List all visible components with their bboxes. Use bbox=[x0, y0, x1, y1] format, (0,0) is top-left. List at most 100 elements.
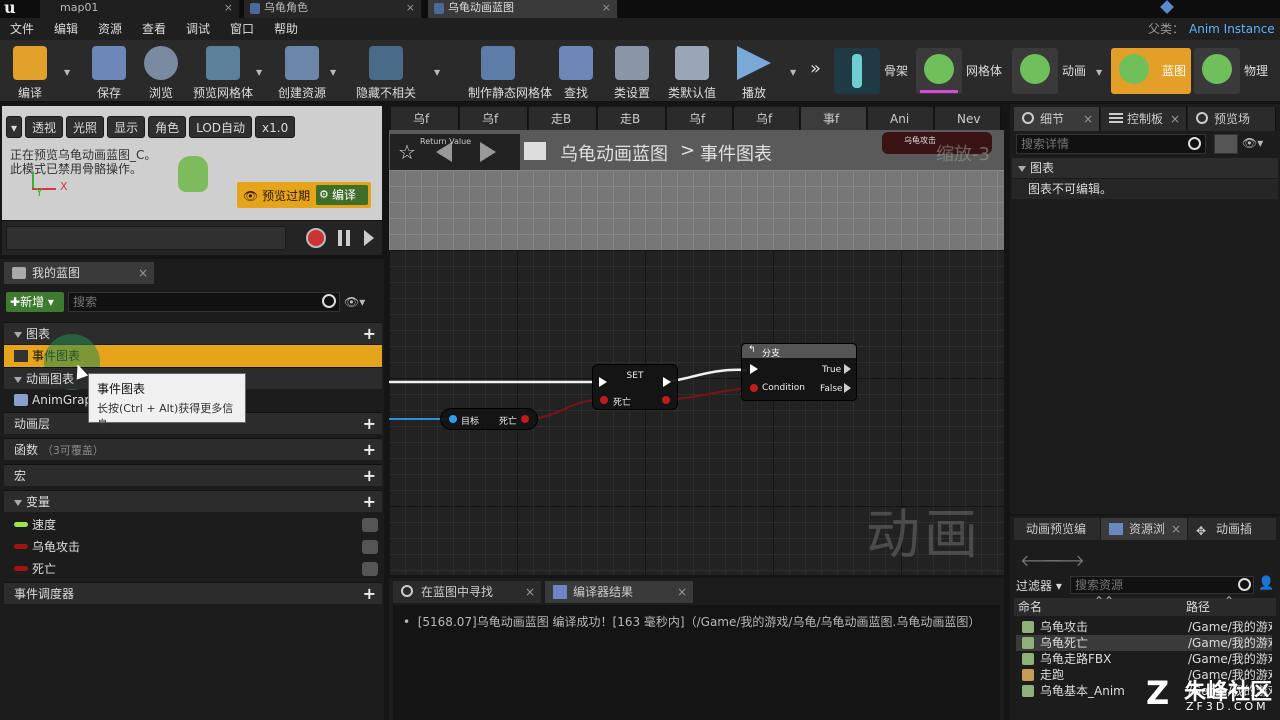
viewport-character-button[interactable]: 角色 bbox=[148, 116, 187, 138]
find-results-tab[interactable]: 在蓝图中寻找 × bbox=[393, 581, 541, 603]
graph-tab[interactable]: Ani bbox=[868, 107, 934, 131]
section-event-dispatchers[interactable]: 事件调度器 + bbox=[4, 582, 382, 604]
close-icon[interactable]: × bbox=[1170, 107, 1180, 131]
graph-tab[interactable]: 乌f bbox=[460, 107, 528, 131]
record-icon[interactable] bbox=[306, 228, 326, 248]
search-icon[interactable] bbox=[322, 294, 336, 308]
variable-row[interactable]: 速度 bbox=[4, 514, 382, 536]
exec-in-pin-icon[interactable] bbox=[750, 364, 758, 374]
close-icon[interactable]: × bbox=[138, 262, 148, 284]
viewport-speed-button[interactable]: x1.0 bbox=[255, 116, 296, 138]
animation-dropdown-icon[interactable]: ▼ bbox=[1096, 68, 1104, 77]
viewport-compile-button[interactable]: ⚙ 编译 bbox=[316, 185, 368, 205]
parent-class-link[interactable]: Anim Instance bbox=[1189, 18, 1275, 40]
asset-row[interactable]: 乌龟走路FBX/Game/我的游戏 bbox=[1016, 651, 1272, 667]
doc-tab-turtle-character[interactable]: 乌龟角色 × bbox=[244, 0, 422, 18]
mode-physics[interactable] bbox=[1194, 48, 1240, 94]
mode-mesh-label[interactable]: 网格体 bbox=[966, 62, 1002, 79]
pause-icon[interactable] bbox=[338, 230, 350, 246]
add-graph-icon[interactable]: + bbox=[363, 325, 376, 343]
close-icon[interactable]: × bbox=[1171, 518, 1181, 540]
graph-tab[interactable]: 乌f bbox=[391, 107, 459, 131]
menu-debug[interactable]: 调试 bbox=[186, 18, 210, 40]
search-icon[interactable] bbox=[1188, 137, 1201, 150]
filter-dropdown[interactable]: 过滤器 ▾ bbox=[1016, 577, 1062, 594]
menu-window[interactable]: 窗口 bbox=[230, 18, 254, 40]
add-new-button[interactable]: ✚新增 ▾ bbox=[6, 292, 64, 312]
set-node[interactable]: SET 死亡 bbox=[592, 364, 678, 410]
mode-animation-label[interactable]: 动画 bbox=[1062, 62, 1086, 79]
exec-in-pin-icon[interactable] bbox=[599, 377, 607, 387]
preview-scene-tab[interactable]: 预览场 bbox=[1188, 107, 1276, 131]
create-asset-button[interactable]: 创建资源 bbox=[272, 42, 332, 100]
menu-asset[interactable]: 资源 bbox=[98, 18, 122, 40]
section-functions[interactable]: 函数 （3可覆盖） + bbox=[4, 438, 382, 460]
graph-tab[interactable]: Nev bbox=[935, 107, 1001, 131]
branch-node[interactable]: ↰ 分支 True Condition False bbox=[741, 343, 857, 401]
add-macro-icon[interactable]: + bbox=[363, 467, 376, 485]
asset-row[interactable]: 乌龟死亡/Game/我的游戏 bbox=[1016, 635, 1272, 651]
variable-row[interactable]: 乌龟攻击 bbox=[4, 536, 382, 558]
menu-help[interactable]: 帮助 bbox=[274, 18, 298, 40]
get-dead-node[interactable]: 目标 死亡 bbox=[440, 408, 538, 430]
compile-dropdown-icon[interactable]: ▼ bbox=[64, 68, 72, 77]
visibility-icon[interactable] bbox=[362, 562, 378, 576]
play-button[interactable]: 播放 bbox=[724, 42, 784, 100]
visibility-icon[interactable] bbox=[362, 518, 378, 532]
graph-tab-event-graph[interactable]: 事f bbox=[801, 107, 867, 131]
preview-mesh-dropdown-icon[interactable]: ▼ bbox=[256, 68, 264, 77]
forward-arrow-icon[interactable]: 🡒 bbox=[1042, 550, 1085, 570]
false-out-pin-icon[interactable] bbox=[844, 383, 851, 393]
dead-out-pin-icon[interactable] bbox=[662, 396, 670, 404]
viewport-show-button[interactable]: 显示 bbox=[107, 116, 146, 138]
view-options-icon[interactable]: 👁▾ bbox=[1242, 136, 1263, 150]
true-out-pin-icon[interactable] bbox=[844, 364, 851, 374]
doc-tab-turtle-anim-bp[interactable]: 乌龟动画蓝图 × bbox=[428, 0, 618, 18]
preview-mesh-button[interactable]: 预览网格体 bbox=[193, 42, 253, 100]
palette-tab[interactable]: 控制板 × bbox=[1101, 107, 1187, 131]
close-icon[interactable]: × bbox=[406, 0, 415, 16]
details-section-graph[interactable]: 图表 bbox=[1012, 158, 1278, 178]
hide-unrelated-button[interactable]: 隐藏不相关 bbox=[356, 42, 416, 100]
add-function-icon[interactable]: + bbox=[363, 441, 376, 459]
mode-mesh[interactable] bbox=[916, 48, 962, 94]
unreal-logo-icon[interactable]: u bbox=[4, 0, 26, 18]
doc-tab-map01[interactable]: map01 × bbox=[40, 0, 240, 18]
asset-row[interactable]: 乌龟攻击/Game/我的游戏 bbox=[1016, 619, 1272, 635]
close-icon[interactable]: × bbox=[677, 581, 687, 603]
visibility-icon[interactable] bbox=[362, 540, 378, 554]
my-blueprint-tab[interactable]: 我的蓝图 × bbox=[4, 262, 154, 284]
graph-tab[interactable]: 走B bbox=[529, 107, 597, 131]
search-icon[interactable] bbox=[1238, 578, 1251, 591]
close-icon[interactable]: × bbox=[224, 0, 233, 16]
close-icon[interactable]: × bbox=[1083, 107, 1093, 131]
condition-pin-icon[interactable] bbox=[750, 384, 758, 392]
add-variable-icon[interactable]: + bbox=[363, 493, 376, 511]
user-icon[interactable]: 👤 bbox=[1258, 576, 1274, 591]
browse-button[interactable]: 浏览 bbox=[131, 42, 191, 100]
menu-view[interactable]: 查看 bbox=[142, 18, 166, 40]
section-variables[interactable]: 变量 + bbox=[4, 490, 382, 512]
add-layer-icon[interactable]: + bbox=[363, 415, 376, 433]
close-icon[interactable]: × bbox=[525, 581, 535, 603]
hide-unrelated-dropdown-icon[interactable]: ▼ bbox=[434, 68, 442, 77]
mode-blueprint-label[interactable]: 蓝图 bbox=[1162, 62, 1186, 79]
asset-browser-tab[interactable]: 资源浏 × bbox=[1101, 518, 1187, 540]
viewport-perspective-button[interactable]: 透视 bbox=[25, 116, 64, 138]
variable-row[interactable]: 死亡 bbox=[4, 558, 382, 580]
target-pin-icon[interactable] bbox=[449, 415, 457, 423]
compile-button[interactable]: 编译 bbox=[0, 42, 60, 100]
create-asset-dropdown-icon[interactable]: ▼ bbox=[330, 68, 338, 77]
compiler-results-tab[interactable]: 编译器结果 × bbox=[545, 581, 693, 603]
details-tab[interactable]: 细节 × bbox=[1014, 107, 1100, 131]
viewport-menu-button[interactable]: ▾ bbox=[6, 116, 23, 138]
mode-animation[interactable] bbox=[1012, 48, 1058, 94]
graph-tab[interactable]: 乌f bbox=[667, 107, 733, 131]
graph-tab[interactable]: 乌f bbox=[734, 107, 800, 131]
more-modes-icon[interactable]: » bbox=[810, 58, 821, 79]
timeline-scrubber[interactable] bbox=[6, 226, 286, 250]
viewport-lit-button[interactable]: 光照 bbox=[66, 116, 105, 138]
class-defaults-button[interactable]: 类默认值 bbox=[662, 42, 722, 100]
find-button[interactable]: 查找 bbox=[546, 42, 606, 100]
blueprint-search-input[interactable] bbox=[68, 292, 340, 312]
